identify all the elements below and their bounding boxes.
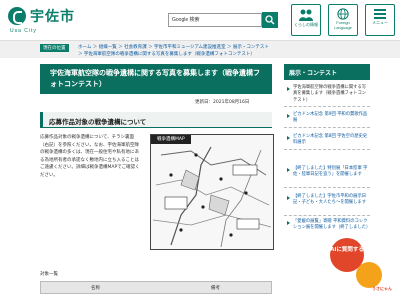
sidebar-item-label[interactable]: 【終了しました】特別展「日本陸軍 宇佐・陸軍日記を追う」を開催します: [293, 166, 369, 179]
sidebar-item-label[interactable]: 【終了しました】宇佐市平和の展示日記・子ども・大人たち～を開催します: [293, 194, 369, 207]
menu-button[interactable]: メニュー: [365, 4, 395, 36]
arrow-right-icon: [287, 87, 290, 91]
table-header-name: 名称: [91, 286, 100, 291]
arrow-right-icon: [287, 196, 290, 200]
body-paragraph: 応募作品対象の戦争遺構について、チラシ裏面（右記）を参照ください。なお、宇佐海軍…: [40, 135, 140, 178]
sidebar-item-label[interactable]: ピカドン木記念 第8回 宇佐空の歴史史料展示: [293, 134, 369, 147]
map-drawing: [152, 146, 272, 248]
table-caption: 対象一覧: [40, 272, 58, 277]
life-info-button[interactable]: くらしの情報: [291, 4, 321, 36]
ai-question-label: AIに質問する: [330, 247, 364, 253]
life-info-label: くらしの情報: [294, 22, 318, 27]
page-title: 宇佐海軍航空隊の戦争遺構に関する写真を募集します（戦争遺構フォトコンテスト）: [50, 69, 260, 88]
sidebar-title: 展示・コンテスト: [289, 70, 338, 77]
search-input[interactable]: Google 検索: [168, 13, 262, 27]
mascot-icon[interactable]: [356, 262, 382, 288]
breadcrumb-current: ＞ 宇佐海軍航空隊の戦争遺構に関する写真を募集します（戦争遺構フォトコンテスト）: [78, 52, 255, 57]
sidebar-item-label[interactable]: ピカドン木記念 第9回 平和の賛歌作品展: [293, 112, 369, 125]
breadcrumb-links[interactable]: ホーム ＞ 組織一覧 ＞ 社会教育課 ＞ 宇佐市平和ミュージアム建設推進室 ＞ …: [78, 44, 269, 50]
table-header-notes: 備考: [211, 286, 220, 291]
arrow-right-icon: [287, 114, 290, 118]
menu-label: メニュー: [372, 20, 388, 25]
war-remains-map-image: 戦争遺構MAP: [150, 134, 274, 250]
foreign-language-button[interactable]: Foreign Language: [328, 4, 358, 36]
search-button[interactable]: [262, 12, 278, 28]
logo-subtitle: Usa City: [10, 28, 37, 34]
site-logo[interactable]: 宇佐市 Usa City: [8, 6, 98, 36]
globe-icon: [337, 8, 349, 20]
search-icon: [265, 15, 275, 25]
logo-name: 宇佐市: [30, 9, 75, 25]
page-title-bar: 宇佐海軍航空隊の戦争遺構に関する写真を募集します（戦争遺構フォトコンテスト）: [40, 64, 272, 94]
breadcrumb-label: 現在の位置: [40, 44, 69, 52]
sidebar-item[interactable]: 【終了しました】宇佐市平和の展示日記・子ども・大人たち～を開催します: [284, 194, 370, 216]
table-header-row: 名称 備考: [40, 281, 272, 294]
sidebar-heading: 展示・コンテスト: [284, 64, 370, 80]
people-icon: [299, 9, 313, 21]
arrow-right-icon: [287, 136, 290, 140]
mascot-label: うさにゃん: [372, 286, 392, 291]
updated-date: 更新日：2021年08月16日: [195, 100, 250, 105]
section-title: 応募作品対象の戦争遺構について: [49, 118, 147, 126]
sidebar-item-label: 宇佐海軍航空隊の戦争遺構に関する写真を募集します（戦争遺構フォトコンテスト）: [293, 85, 367, 103]
sidebar-item[interactable]: ピカドン木記念 第8回 宇佐空の歴史史料展示: [284, 134, 370, 150]
sidebar-item[interactable]: 【終了しました】特別展「日本陸軍 宇佐・陸軍日記を追う」を開催します: [284, 166, 370, 188]
arrow-right-icon: [287, 168, 290, 172]
section-heading: 応募作品対象の戦争遺構について: [40, 112, 272, 128]
sidebar-item-label[interactable]: 「愛媛の展覧」寄贈 平和資料のコレクション展を開催します（終了しました）: [293, 219, 370, 232]
breadcrumb: 現在の位置 ホーム ＞ 組織一覧 ＞ 社会教育課 ＞ 宇佐市平和ミュージアム建設…: [0, 40, 400, 58]
foreign-language-label: Foreign Language: [334, 20, 352, 30]
sidebar-item[interactable]: ピカドン木記念 第9回 平和の賛歌作品展: [284, 112, 370, 128]
site-header: 宇佐市 Usa City Google 検索 くらしの情報 Foreign La…: [0, 0, 400, 40]
arrow-right-icon: [287, 221, 290, 225]
hamburger-icon: [374, 9, 386, 19]
sidebar-item: 宇佐海軍航空隊の戦争遺構に関する写真を募集します（戦争遺構フォトコンテスト）: [284, 85, 370, 107]
sidebar-item[interactable]: 「愛媛の展覧」寄贈 平和資料のコレクション展を開催します（終了しました）: [284, 219, 370, 241]
city-emblem-icon: [8, 7, 26, 25]
